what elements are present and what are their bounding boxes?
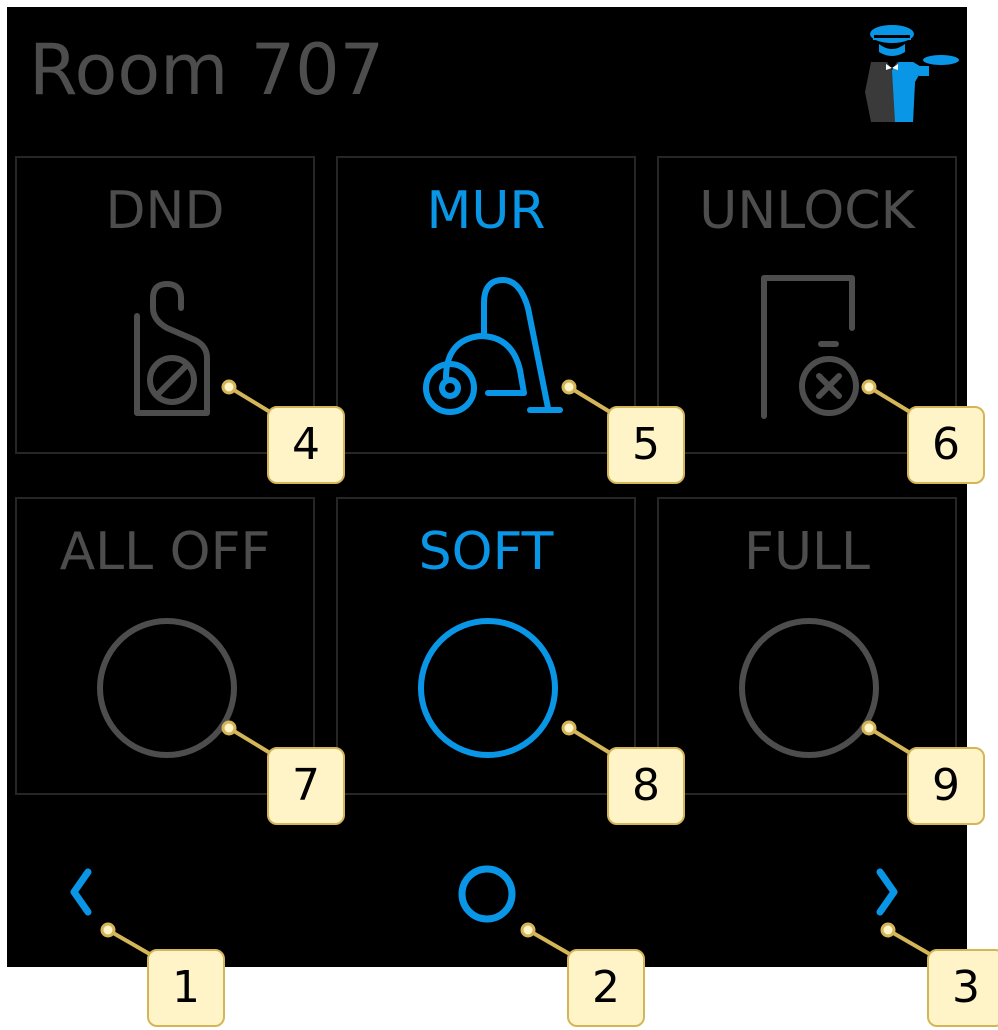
tile-label: FULL — [744, 522, 870, 582]
callout-badge-home: 2 — [567, 949, 645, 1027]
chevron-left-icon[interactable] — [62, 862, 102, 922]
chevron-right-icon[interactable] — [866, 862, 906, 922]
circle-icon — [418, 618, 558, 758]
callout-badge-unlock: 6 — [907, 406, 985, 484]
callout-badge-mur: 5 — [607, 406, 685, 484]
tile-label: SOFT — [418, 522, 554, 582]
tile-label: UNLOCK — [699, 181, 915, 241]
tile-label: DND — [105, 181, 225, 241]
room-control-screen: Room 707 DND MUR UNLOCK ALL OFF SOFT FUL… — [7, 7, 967, 967]
tile-label: ALL OFF — [59, 522, 271, 582]
circle-icon — [97, 618, 237, 758]
callout-badge-soft: 8 — [607, 747, 685, 825]
room-title: Room 707 — [29, 29, 385, 111]
callout-badge-next: 3 — [927, 949, 998, 1027]
do-not-disturb-icon — [134, 281, 210, 416]
tile-mur[interactable]: MUR — [336, 156, 636, 454]
home-circle-icon[interactable] — [455, 862, 519, 926]
callout-badge-prev: 1 — [147, 949, 225, 1027]
callout-badge-dnd: 4 — [267, 406, 345, 484]
vacuum-cleaner-icon — [423, 277, 563, 415]
butler-logo-icon — [865, 25, 959, 122]
tile-soft[interactable]: SOFT — [336, 497, 636, 795]
door-unlock-icon — [761, 275, 859, 419]
callout-badge-full: 9 — [907, 747, 985, 825]
tile-label: MUR — [426, 181, 546, 241]
callout-badge-all-off: 7 — [267, 747, 345, 825]
circle-icon — [739, 618, 879, 758]
